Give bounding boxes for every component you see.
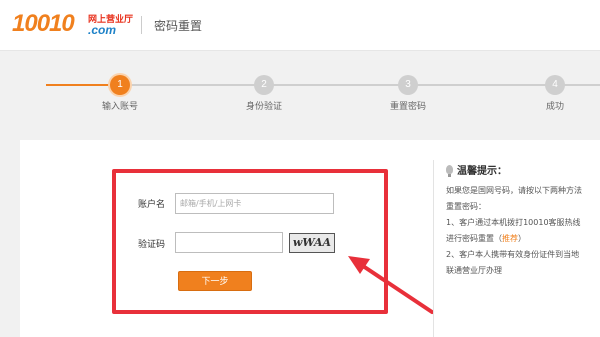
page-title: 密码重置 bbox=[154, 19, 203, 33]
header-divider bbox=[141, 16, 142, 34]
tips-line: 重置密码： bbox=[446, 202, 486, 211]
tips-line-text: 进行密码重置（ bbox=[446, 234, 502, 243]
tips-title-text: 温馨提示： bbox=[457, 166, 507, 177]
step-2-label: 身份验证 bbox=[245, 102, 282, 112]
logo-domain: .com bbox=[88, 23, 117, 37]
step-progress: 1 输入账号 2 身份验证 3 重置密码 4 成功 bbox=[0, 50, 600, 120]
progress-track-pending bbox=[120, 84, 600, 86]
tips-line: 2、客户本人携带有效身份证件到当地 bbox=[446, 250, 580, 259]
main-panel: 账户名 邮箱/手机/上网卡 验证码 wWAA 下一步 温馨提示： 如果您是国网号… bbox=[20, 140, 600, 337]
step-3-label: 重置密码 bbox=[389, 102, 426, 112]
logo-number[interactable]: 10010 bbox=[12, 10, 75, 38]
tips-divider bbox=[433, 160, 434, 337]
step-1-circle: 1 bbox=[110, 75, 130, 95]
header: 10010 网上营业厅 .com 密码重置 bbox=[0, 0, 600, 51]
step-1-label: 输入账号 bbox=[101, 102, 138, 112]
tips-line: 联通营业厅办理 bbox=[446, 266, 502, 275]
lightbulb-icon bbox=[446, 165, 453, 177]
tips-body: 如果您是国网号码，请按以下两种方法 重置密码： 1、客户通过本机拨打10010客… bbox=[446, 183, 596, 279]
captcha-image[interactable]: wWAA bbox=[289, 233, 335, 253]
tips-line: 进行密码重置（推荐） bbox=[446, 231, 596, 247]
captcha-input[interactable] bbox=[175, 232, 283, 253]
next-step-button[interactable]: 下一步 bbox=[178, 271, 252, 291]
step-3-circle: 3 bbox=[398, 75, 418, 95]
account-label: 账户名 bbox=[138, 200, 166, 210]
tips-line-text: ） bbox=[518, 234, 526, 243]
recommend-link[interactable]: 推荐 bbox=[502, 234, 518, 243]
step-2-circle: 2 bbox=[254, 75, 274, 95]
tips-panel: 温馨提示： 如果您是国网号码，请按以下两种方法 重置密码： 1、客户通过本机拨打… bbox=[446, 162, 596, 279]
account-input[interactable]: 邮箱/手机/上网卡 bbox=[175, 193, 334, 214]
step-4-circle: 4 bbox=[545, 75, 565, 95]
step-4-label: 成功 bbox=[545, 102, 564, 112]
tips-line: 1、客户通过本机拨打10010客服热线 bbox=[446, 218, 581, 227]
tips-line: 如果您是国网号码，请按以下两种方法 bbox=[446, 186, 582, 195]
captcha-label: 验证码 bbox=[138, 240, 166, 250]
pointer-arrow-icon bbox=[348, 256, 434, 314]
progress-track-done bbox=[46, 84, 120, 86]
tips-title: 温馨提示： bbox=[446, 162, 596, 177]
